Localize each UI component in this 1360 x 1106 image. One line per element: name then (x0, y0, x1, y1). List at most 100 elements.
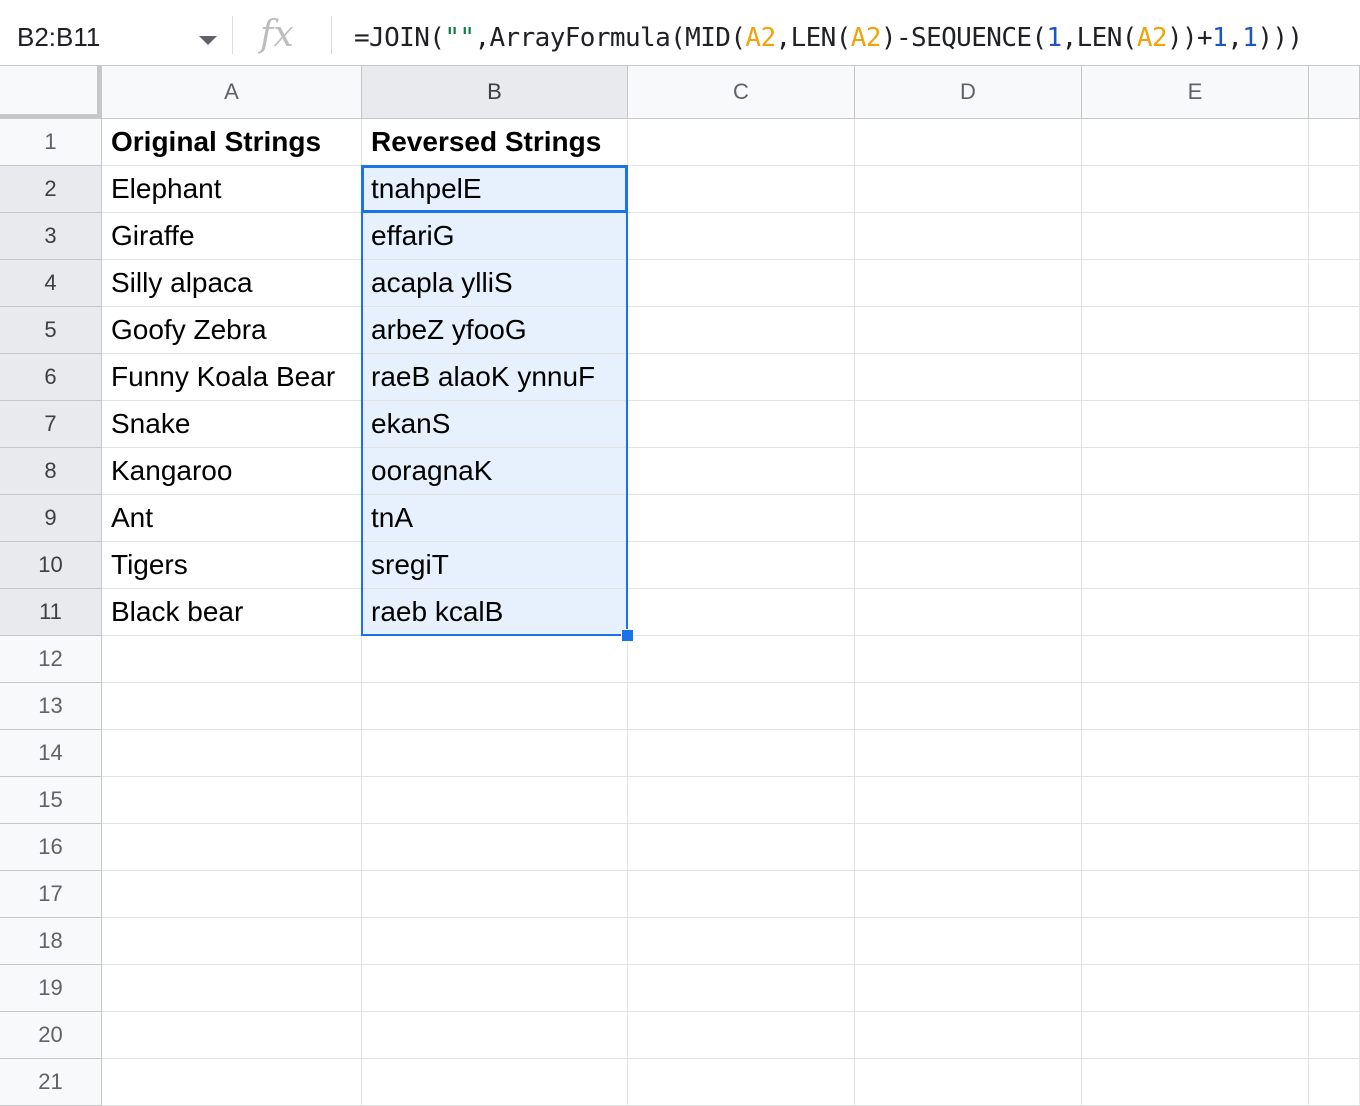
cell-d16[interactable] (855, 824, 1082, 871)
cell-f4[interactable] (1309, 260, 1360, 307)
cell-d3[interactable] (855, 213, 1082, 260)
cell-c21[interactable] (628, 1059, 855, 1106)
row-header-9[interactable]: 9 (0, 495, 102, 542)
cell-b14[interactable] (362, 730, 628, 777)
cell-b1[interactable]: Reversed Strings (362, 119, 628, 166)
row-header-15[interactable]: 15 (0, 777, 102, 824)
row-header-20[interactable]: 20 (0, 1012, 102, 1059)
cell-c10[interactable] (628, 542, 855, 589)
chevron-down-icon[interactable] (199, 36, 217, 45)
cell-e11[interactable] (1082, 589, 1309, 636)
cell-c5[interactable] (628, 307, 855, 354)
cell-e14[interactable] (1082, 730, 1309, 777)
select-all-corner[interactable] (0, 66, 102, 119)
cell-b10[interactable]: sregiT (362, 542, 628, 589)
cell-a12[interactable] (102, 636, 362, 683)
cell-a10[interactable]: Tigers (102, 542, 362, 589)
cell-a5[interactable]: Goofy Zebra (102, 307, 362, 354)
cell-f9[interactable] (1309, 495, 1360, 542)
cell-f11[interactable] (1309, 589, 1360, 636)
cell-b19[interactable] (362, 965, 628, 1012)
cell-d12[interactable] (855, 636, 1082, 683)
cell-e21[interactable] (1082, 1059, 1309, 1106)
cell-f7[interactable] (1309, 401, 1360, 448)
row-header-19[interactable]: 19 (0, 965, 102, 1012)
cell-d10[interactable] (855, 542, 1082, 589)
column-header-e[interactable]: E (1082, 66, 1309, 119)
row-header-6[interactable]: 6 (0, 354, 102, 401)
cell-c4[interactable] (628, 260, 855, 307)
row-header-2[interactable]: 2 (0, 166, 102, 213)
column-header-c[interactable]: C (628, 66, 855, 119)
cell-b8[interactable]: ooragnaK (362, 448, 628, 495)
cell-a1[interactable]: Original Strings (102, 119, 362, 166)
cell-f16[interactable] (1309, 824, 1360, 871)
cell-f21[interactable] (1309, 1059, 1360, 1106)
row-header-10[interactable]: 10 (0, 542, 102, 589)
cell-a16[interactable] (102, 824, 362, 871)
cell-b13[interactable] (362, 683, 628, 730)
column-header-f[interactable] (1309, 66, 1360, 119)
cell-a8[interactable]: Kangaroo (102, 448, 362, 495)
cell-d9[interactable] (855, 495, 1082, 542)
cell-b11[interactable]: raeb kcalB (362, 589, 628, 636)
cell-a6[interactable]: Funny Koala Bear (102, 354, 362, 401)
row-header-18[interactable]: 18 (0, 918, 102, 965)
column-header-d[interactable]: D (855, 66, 1082, 119)
cell-b12[interactable] (362, 636, 628, 683)
row-header-3[interactable]: 3 (0, 213, 102, 260)
cell-e15[interactable] (1082, 777, 1309, 824)
cell-c9[interactable] (628, 495, 855, 542)
cell-b2[interactable]: tnahpelE (362, 166, 628, 213)
cell-e1[interactable] (1082, 119, 1309, 166)
cell-f8[interactable] (1309, 448, 1360, 495)
cell-f6[interactable] (1309, 354, 1360, 401)
cell-a4[interactable]: Silly alpaca (102, 260, 362, 307)
cell-c7[interactable] (628, 401, 855, 448)
cell-d4[interactable] (855, 260, 1082, 307)
cell-c19[interactable] (628, 965, 855, 1012)
cell-d5[interactable] (855, 307, 1082, 354)
cell-d13[interactable] (855, 683, 1082, 730)
cell-f13[interactable] (1309, 683, 1360, 730)
cell-e16[interactable] (1082, 824, 1309, 871)
cell-d7[interactable] (855, 401, 1082, 448)
cell-f2[interactable] (1309, 166, 1360, 213)
cell-b15[interactable] (362, 777, 628, 824)
cell-b20[interactable] (362, 1012, 628, 1059)
cell-e10[interactable] (1082, 542, 1309, 589)
cell-a14[interactable] (102, 730, 362, 777)
cell-c8[interactable] (628, 448, 855, 495)
cell-c16[interactable] (628, 824, 855, 871)
cell-f20[interactable] (1309, 1012, 1360, 1059)
name-box-value[interactable]: B2:B11 (17, 22, 100, 53)
cell-a7[interactable]: Snake (102, 401, 362, 448)
row-header-14[interactable]: 14 (0, 730, 102, 777)
cell-a13[interactable] (102, 683, 362, 730)
cell-d8[interactable] (855, 448, 1082, 495)
column-header-a[interactable]: A (102, 66, 362, 119)
cell-d6[interactable] (855, 354, 1082, 401)
cell-e17[interactable] (1082, 871, 1309, 918)
cell-b5[interactable]: arbeZ yfooG (362, 307, 628, 354)
cell-f10[interactable] (1309, 542, 1360, 589)
cell-e19[interactable] (1082, 965, 1309, 1012)
cell-a18[interactable] (102, 918, 362, 965)
row-header-7[interactable]: 7 (0, 401, 102, 448)
row-header-12[interactable]: 12 (0, 636, 102, 683)
fill-handle[interactable] (621, 629, 634, 642)
cell-a17[interactable] (102, 871, 362, 918)
cell-d18[interactable] (855, 918, 1082, 965)
cell-e20[interactable] (1082, 1012, 1309, 1059)
cell-d15[interactable] (855, 777, 1082, 824)
cell-e2[interactable] (1082, 166, 1309, 213)
cell-c18[interactable] (628, 918, 855, 965)
cell-c3[interactable] (628, 213, 855, 260)
cell-a3[interactable]: Giraffe (102, 213, 362, 260)
cell-a15[interactable] (102, 777, 362, 824)
cell-d11[interactable] (855, 589, 1082, 636)
cell-f5[interactable] (1309, 307, 1360, 354)
cell-b4[interactable]: acapla ylliS (362, 260, 628, 307)
row-header-16[interactable]: 16 (0, 824, 102, 871)
cell-c17[interactable] (628, 871, 855, 918)
